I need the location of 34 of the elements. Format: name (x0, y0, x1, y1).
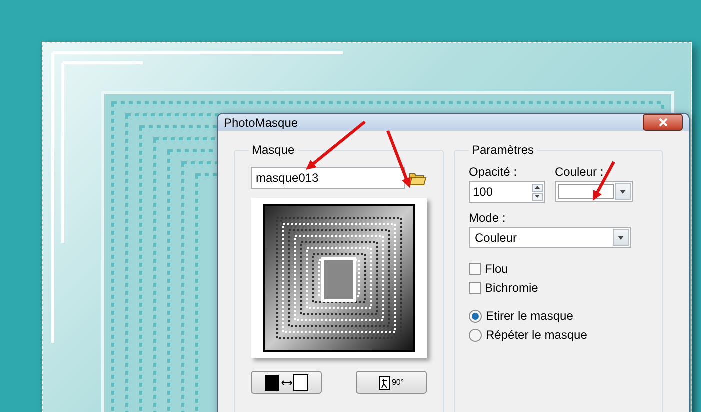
checkbox[interactable] (469, 282, 481, 294)
color-picker[interactable] (555, 181, 633, 202)
annotation-arrow (306, 120, 366, 170)
radio-option[interactable]: Etirer le masque (469, 309, 648, 323)
rotate-button[interactable]: 90° (356, 371, 427, 394)
radio-button[interactable] (469, 328, 482, 342)
checkbox-option[interactable]: Flou (469, 262, 648, 276)
checkbox-option[interactable]: Bichromie (469, 281, 648, 295)
window-title: PhotoMasque (224, 116, 298, 130)
mask-file-field[interactable]: masque013 (251, 167, 405, 189)
radio-button[interactable] (469, 310, 482, 322)
invert-button[interactable] (251, 371, 322, 394)
folder-icon (409, 170, 427, 186)
down-arrow-icon (535, 195, 540, 198)
mode-label: Mode : (469, 211, 507, 225)
up-arrow-icon (535, 186, 540, 189)
opacity-spinner[interactable]: 100 (469, 181, 545, 203)
swap-icon (264, 374, 310, 392)
close-icon (658, 118, 668, 127)
spin-up-button[interactable] (532, 184, 543, 192)
radio-option[interactable]: Répéter le masque (469, 328, 648, 342)
figure-icon (378, 376, 390, 390)
open-folder-button[interactable] (409, 170, 427, 186)
spin-down-button[interactable] (532, 192, 543, 200)
close-button[interactable] (643, 114, 683, 131)
dropdown-arrow-icon (618, 236, 624, 240)
group-label: Masque (251, 143, 296, 157)
opacity-label: Opacité : (469, 165, 518, 179)
annotation-arrow (386, 130, 411, 188)
group-label: Paramètres (471, 143, 536, 157)
mode-dropdown[interactable]: Couleur (469, 227, 631, 248)
checkbox[interactable] (469, 263, 481, 275)
dropdown-arrow-icon (620, 190, 626, 194)
color-label: Couleur : (555, 165, 605, 179)
